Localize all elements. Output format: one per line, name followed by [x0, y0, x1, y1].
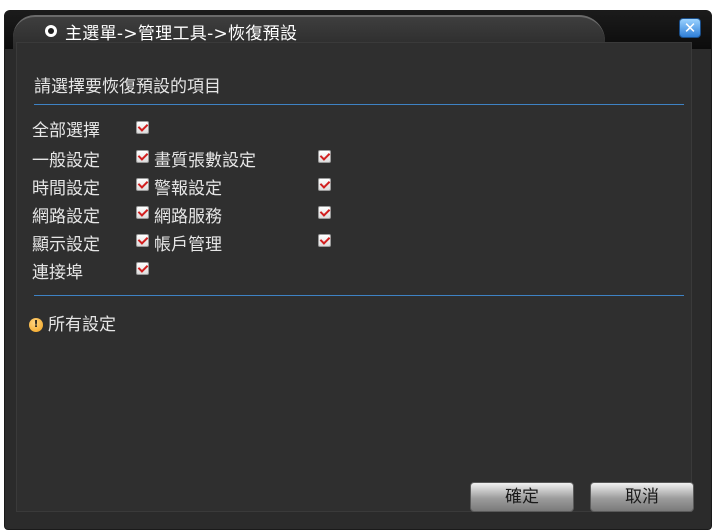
content-panel [16, 42, 692, 512]
option-checkbox-network-service[interactable] [318, 206, 331, 219]
bottom-divider [34, 295, 684, 296]
close-button[interactable]: ✕ [679, 18, 701, 38]
select-all-checkbox[interactable] [136, 121, 149, 134]
option-checkbox-display[interactable] [136, 234, 149, 247]
top-divider [34, 104, 684, 105]
option-checkbox-time[interactable] [136, 178, 149, 191]
info-icon: ! [29, 318, 43, 332]
option-checkbox-image-quality[interactable] [318, 150, 331, 163]
info-text: 所有設定 [48, 315, 116, 335]
option-checkbox-account[interactable] [318, 234, 331, 247]
cancel-button[interactable]: 取消 [590, 482, 694, 512]
option-label-account: 帳戶管理 [154, 235, 222, 255]
option-checkbox-network[interactable] [136, 206, 149, 219]
option-label-network-service: 網路服務 [154, 207, 222, 227]
option-checkbox-port[interactable] [136, 262, 149, 275]
option-label-network: 網路設定 [32, 207, 100, 227]
option-checkbox-general[interactable] [136, 150, 149, 163]
option-checkbox-alarm[interactable] [318, 178, 331, 191]
option-label-alarm: 警報設定 [154, 179, 222, 199]
select-all-label: 全部選擇 [32, 121, 100, 141]
option-label-port: 連接埠 [32, 263, 83, 283]
confirm-button[interactable]: 確定 [470, 482, 574, 512]
app-icon [45, 25, 57, 37]
option-label-display: 顯示設定 [32, 235, 100, 255]
page-heading: 請選擇要恢復預設的項目 [34, 77, 221, 97]
option-label-time: 時間設定 [32, 179, 100, 199]
option-label-general: 一般設定 [32, 151, 100, 171]
window-title: 主選單->管理工具->恢復預設 [65, 24, 298, 44]
option-label-image-quality: 畫質張數設定 [154, 151, 256, 171]
